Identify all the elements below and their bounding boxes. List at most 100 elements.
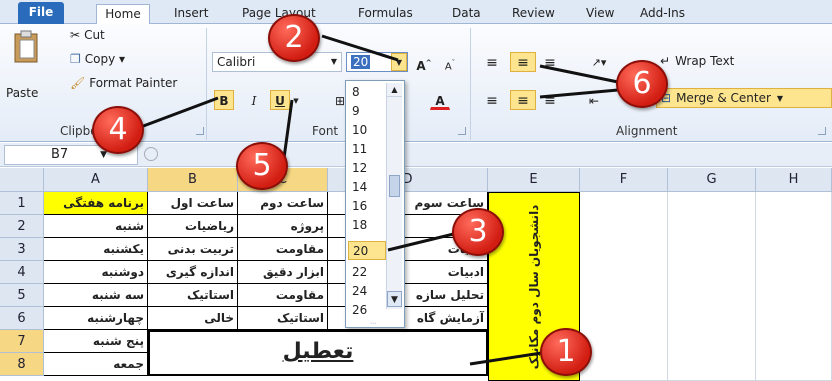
cell-a5[interactable]: سه شنبه: [44, 284, 148, 307]
tab-home[interactable]: Home: [96, 4, 150, 24]
tab-add-ins[interactable]: Add-Ins: [634, 4, 691, 24]
wrap-text-button[interactable]: ↵ Wrap Text: [660, 54, 734, 68]
italic-icon[interactable]: I: [244, 90, 264, 110]
column-header[interactable]: A: [44, 168, 148, 192]
cell-c3[interactable]: مقاومت: [238, 238, 328, 261]
cell-a7[interactable]: پنج شنبه: [44, 330, 148, 353]
bold-icon[interactable]: B: [214, 90, 234, 110]
align-left-icon[interactable]: ≡: [482, 90, 502, 110]
font-size-option[interactable]: 11: [348, 140, 386, 159]
row-header[interactable]: 8: [0, 353, 44, 376]
scroll-up-icon[interactable]: ▲: [387, 83, 402, 97]
cell-a1[interactable]: برنامه هفتگی: [44, 192, 148, 215]
font-name-value: Calibri: [217, 55, 256, 69]
align-top-icon[interactable]: ≡: [482, 52, 502, 72]
font-size-option[interactable]: 26: [348, 301, 386, 320]
font-size-option[interactable]: 24: [348, 282, 386, 301]
align-middle-icon[interactable]: ≡: [510, 52, 536, 72]
cell-c2[interactable]: پروژه: [238, 215, 328, 238]
column-header[interactable]: H: [756, 168, 832, 192]
row-header[interactable]: 6: [0, 307, 44, 330]
row-header[interactable]: 4: [0, 261, 44, 284]
font-size-option[interactable]: 8: [348, 83, 386, 102]
cell-a6[interactable]: چهارشنبه: [44, 307, 148, 330]
merge-center-button[interactable]: ⊟ Merge & Center ▼: [656, 88, 832, 108]
cell-c1[interactable]: ساعت دوم: [238, 192, 328, 215]
merge-center-label: Merge & Center: [676, 91, 771, 105]
copy-icon: ❐: [70, 52, 81, 66]
align-center-icon[interactable]: ≡: [510, 90, 536, 110]
clipboard-dialog-launcher-icon[interactable]: [196, 127, 204, 135]
font-size-option[interactable]: 22: [348, 263, 386, 282]
wrap-text-label: Wrap Text: [675, 54, 735, 68]
cell-a2[interactable]: شنبه: [44, 215, 148, 238]
resize-grip-icon[interactable]: ⋯: [370, 321, 386, 327]
tab-review[interactable]: Review: [506, 4, 561, 24]
tab-data[interactable]: Data: [446, 4, 487, 24]
cut-button[interactable]: ✂ Cut: [70, 28, 105, 42]
format-painter-button[interactable]: 🖌 Format Painter: [70, 76, 177, 90]
cell-c4[interactable]: ابزار دقیق: [238, 261, 328, 284]
font-size-input[interactable]: 20 ▼: [346, 52, 408, 72]
column-header[interactable]: E: [488, 168, 580, 192]
row-header[interactable]: 3: [0, 238, 44, 261]
copy-button[interactable]: ❐ Copy ▾: [70, 52, 125, 66]
empty-region[interactable]: [756, 192, 832, 381]
font-size-option[interactable]: 18: [348, 216, 386, 235]
merged-cell-b7[interactable]: تعطیل: [148, 330, 488, 376]
row-header[interactable]: 7: [0, 330, 44, 353]
cell-b2[interactable]: ریاضیات: [148, 215, 238, 238]
empty-region[interactable]: [668, 192, 756, 381]
paintbrush-icon: 🖌: [70, 76, 86, 90]
cell-b3[interactable]: تربیت بدنی: [148, 238, 238, 261]
font-size-option-selected[interactable]: 20: [348, 241, 386, 260]
underline-dropdown-icon[interactable]: ▼: [290, 90, 302, 110]
decrease-indent-icon[interactable]: ⇤: [584, 90, 604, 110]
font-size-option[interactable]: 16: [348, 197, 386, 216]
font-size-option[interactable]: 9: [348, 102, 386, 121]
cell-b4[interactable]: اندازه گیری: [148, 261, 238, 284]
font-color-icon[interactable]: A: [430, 90, 450, 110]
font-size-option[interactable]: 12: [348, 159, 386, 178]
row-header[interactable]: 5: [0, 284, 44, 307]
cell-a4[interactable]: دوشنبه: [44, 261, 148, 284]
empty-region[interactable]: [580, 192, 668, 381]
cell-b5[interactable]: استاتیک: [148, 284, 238, 307]
font-size-dropdown-list[interactable]: 8 9 10 11 12 14 16 18 20 22 24 26 ▲ ▼ ⋯: [345, 80, 405, 328]
row-header[interactable]: 1: [0, 192, 44, 215]
alignment-dialog-launcher-icon[interactable]: [818, 127, 826, 135]
formula-function-icon[interactable]: [144, 147, 158, 161]
dropdown-scrollbar[interactable]: ▲ ▼: [386, 83, 402, 309]
alignment-group-label: Alignment: [616, 124, 678, 138]
tab-insert[interactable]: Insert: [168, 4, 214, 24]
tab-view[interactable]: View: [580, 4, 620, 24]
cell-b6[interactable]: خالی: [148, 307, 238, 330]
font-dialog-launcher-icon[interactable]: [458, 127, 466, 135]
cell-a3[interactable]: یکشنبه: [44, 238, 148, 261]
column-header[interactable]: G: [668, 168, 756, 192]
underline-icon[interactable]: U: [270, 90, 290, 110]
scroll-thumb[interactable]: [389, 175, 400, 197]
row-header[interactable]: 2: [0, 215, 44, 238]
shrink-font-icon[interactable]: Aˇ: [440, 52, 460, 72]
chevron-down-icon[interactable]: ▼: [777, 94, 783, 103]
font-size-option[interactable]: 14: [348, 178, 386, 197]
font-size-dropdown-arrow-icon[interactable]: ▼: [391, 53, 407, 71]
select-all-corner[interactable]: [0, 168, 44, 192]
column-header[interactable]: F: [580, 168, 668, 192]
tab-formulas[interactable]: Formulas: [352, 4, 419, 24]
scroll-down-icon[interactable]: ▼: [387, 291, 402, 307]
align-bottom-icon[interactable]: ≡: [540, 52, 560, 72]
tab-file[interactable]: File: [18, 2, 64, 24]
align-right-icon[interactable]: ≡: [540, 90, 560, 110]
paste-button[interactable]: Paste: [6, 30, 48, 112]
cell-b1[interactable]: ساعت اول: [148, 192, 238, 215]
cell-c5[interactable]: مقاومت: [238, 284, 328, 307]
font-size-option[interactable]: 10: [348, 121, 386, 140]
callout-badge-4: 4: [92, 106, 144, 154]
orientation-icon[interactable]: ↗▾: [584, 52, 614, 72]
grow-font-icon[interactable]: A^: [414, 52, 434, 73]
cell-a8[interactable]: جمعه: [44, 353, 148, 376]
cell-c6[interactable]: استاتیک: [238, 307, 328, 330]
column-header[interactable]: B: [148, 168, 238, 192]
